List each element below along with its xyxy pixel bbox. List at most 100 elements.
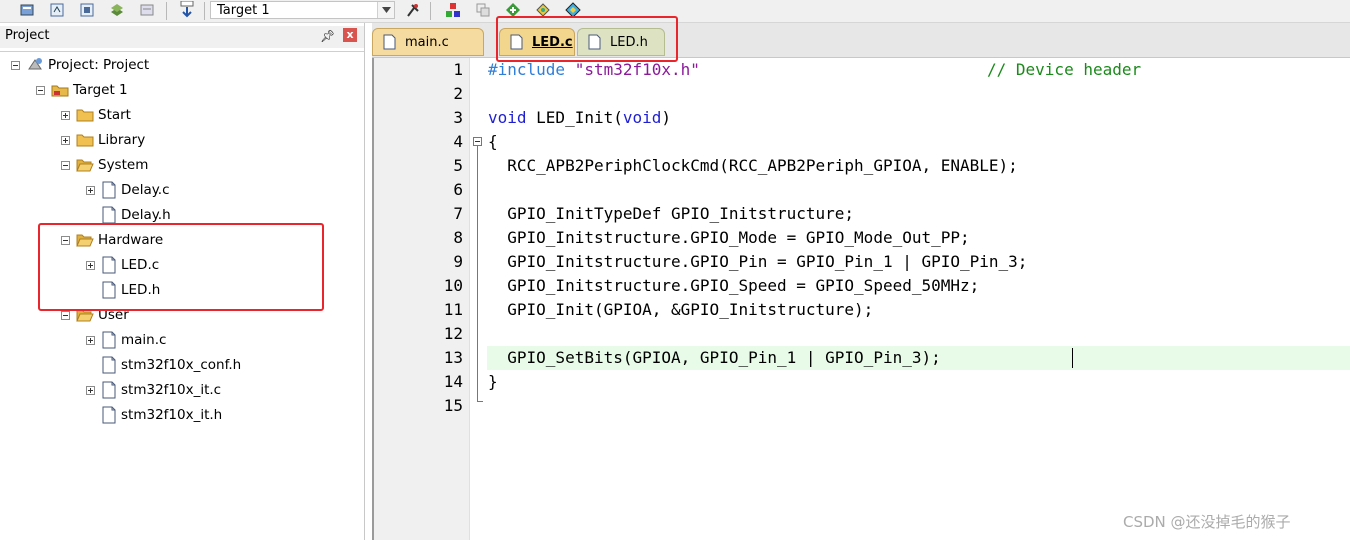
target-folder-icon (51, 82, 69, 98)
collapse-icon[interactable] (36, 85, 45, 95)
tree-label: stm32f10x_it.c (121, 382, 222, 398)
tree-label: Delay.h (121, 207, 171, 223)
file-icon (101, 406, 117, 424)
fold-line (477, 146, 478, 402)
tree-item-system[interactable]: System (61, 154, 148, 176)
tab-main-c[interactable]: main.c (372, 28, 484, 56)
translate-icon[interactable] (48, 1, 66, 19)
chevron-down-icon[interactable] (377, 2, 394, 18)
file-icon (101, 206, 117, 224)
panel-header: Project 📌︎ x (0, 26, 364, 48)
expand-icon[interactable] (86, 385, 95, 395)
line-number: 13 (443, 348, 463, 367)
code-line-11: GPIO_Init(GPIOA, &GPIO_Initstructure); (488, 300, 874, 319)
file-icon (101, 181, 117, 199)
code-line-14: } (488, 372, 498, 391)
line-number: 10 (443, 276, 463, 295)
close-icon[interactable]: x (343, 28, 357, 42)
editor: main.c LED.c LED.h 1 2 3 4 5 6 7 8 9 10 (372, 23, 1350, 540)
watermark: CSDN @还没掉毛的猴子 (1123, 513, 1291, 531)
code-line-9: GPIO_Initstructure.GPIO_Pin = GPIO_Pin_1… (488, 252, 1028, 271)
tree-label: Start (98, 107, 131, 123)
fold-margin (471, 58, 485, 540)
copy-icon[interactable] (474, 1, 492, 19)
project-icon (26, 57, 44, 73)
code-line-3: void LED_Init(void) (488, 106, 671, 130)
code-line-8: GPIO_Initstructure.GPIO_Mode = GPIO_Mode… (488, 228, 970, 247)
code-token: "stm32f10x.h" (565, 60, 700, 79)
expand-icon[interactable] (86, 185, 95, 195)
line-number: 15 (443, 396, 463, 415)
line-number: 3 (453, 108, 463, 127)
target-select[interactable]: Target 1 (210, 1, 395, 19)
tree-item-stm32f10x-conf-h[interactable]: stm32f10x_conf.h (86, 354, 241, 376)
collapse-icon[interactable] (11, 60, 20, 70)
pin-icon[interactable]: 📌︎ (320, 29, 335, 43)
load-icon[interactable] (178, 1, 196, 19)
file-icon (383, 34, 397, 50)
line-number: 12 (443, 324, 463, 343)
tree-label: Target 1 (73, 82, 128, 98)
fold-end (477, 401, 483, 402)
code-token: #include (488, 60, 566, 79)
tree-item-start[interactable]: Start (61, 104, 131, 126)
tree-item-project[interactable]: Project: Project (11, 54, 149, 76)
text-cursor (1072, 348, 1073, 368)
tree-item-stm32f10x-it-c[interactable]: stm32f10x_it.c (86, 379, 221, 401)
line-number: 11 (443, 300, 463, 319)
tree-label: main.c (121, 332, 167, 348)
tree-item-main-c[interactable]: main.c (86, 329, 166, 351)
line-number: 8 (453, 228, 463, 247)
tree-item-target[interactable]: Target 1 (36, 79, 128, 101)
collapse-icon[interactable] (61, 310, 70, 320)
tree-label: Delay.c (121, 182, 170, 198)
tree-label: stm32f10x_it.h (121, 407, 223, 423)
code-line-5: RCC_APB2PeriphClockCmd(RCC_APB2Periph_GP… (488, 156, 1018, 175)
highlight-box-tabs (496, 16, 678, 62)
code-line-7: GPIO_InitTypeDef GPIO_Initstructure; (488, 204, 855, 223)
panel-title: Project (5, 28, 50, 43)
fold-collapse-icon[interactable] (473, 137, 482, 146)
build-icon[interactable] (78, 1, 96, 19)
file-icon (101, 356, 117, 374)
code-comment: // Device header (987, 60, 1142, 79)
tree-label: Project: Project (48, 57, 150, 73)
code-line-4: { (488, 132, 498, 151)
tree-label: stm32f10x_conf.h (121, 357, 242, 373)
tree-item-library[interactable]: Library (61, 129, 145, 151)
line-number-gutter: 1 2 3 4 5 6 7 8 9 10 11 12 13 14 15 (374, 58, 470, 540)
project-icon[interactable] (18, 1, 36, 19)
file-icon (101, 331, 117, 349)
tree-item-delay-c[interactable]: Delay.c (86, 179, 170, 201)
tree-item-stm32f10x-it-h[interactable]: stm32f10x_it.h (86, 404, 222, 426)
code-line-10: GPIO_Initstructure.GPIO_Speed = GPIO_Spe… (488, 276, 980, 295)
expand-icon[interactable] (61, 110, 70, 120)
folder-icon (76, 107, 94, 123)
line-number: 1 (453, 60, 463, 79)
batch-build-icon[interactable] (108, 1, 126, 19)
folder-icon (76, 132, 94, 148)
tree-label: System (98, 157, 149, 173)
tree-label: Library (98, 132, 146, 148)
file-icon (101, 381, 117, 399)
expand-icon[interactable] (61, 135, 70, 145)
target-select-value: Target 1 (217, 3, 270, 18)
line-number: 9 (453, 252, 463, 271)
line-number: 14 (443, 372, 463, 391)
code-editor[interactable]: 1 2 3 4 5 6 7 8 9 10 11 12 13 14 15 #inc… (372, 58, 1350, 540)
highlight-box-hardware (38, 223, 324, 311)
collapse-icon[interactable] (61, 160, 70, 170)
line-number: 4 (453, 132, 463, 151)
code-token: void (488, 108, 527, 127)
tab-label: main.c (405, 34, 449, 50)
code-token: LED_Init( (526, 108, 623, 127)
options-icon[interactable] (404, 1, 422, 19)
code-line-13: GPIO_SetBits(GPIOA, GPIO_Pin_1 | GPIO_Pi… (488, 348, 941, 367)
manage-components-icon[interactable] (444, 1, 462, 19)
folder-open-icon (76, 157, 94, 173)
line-number: 7 (453, 204, 463, 223)
rebuild-icon[interactable] (138, 1, 156, 19)
expand-icon[interactable] (86, 335, 95, 345)
line-number: 6 (453, 180, 463, 199)
code-token: ) (661, 108, 672, 127)
